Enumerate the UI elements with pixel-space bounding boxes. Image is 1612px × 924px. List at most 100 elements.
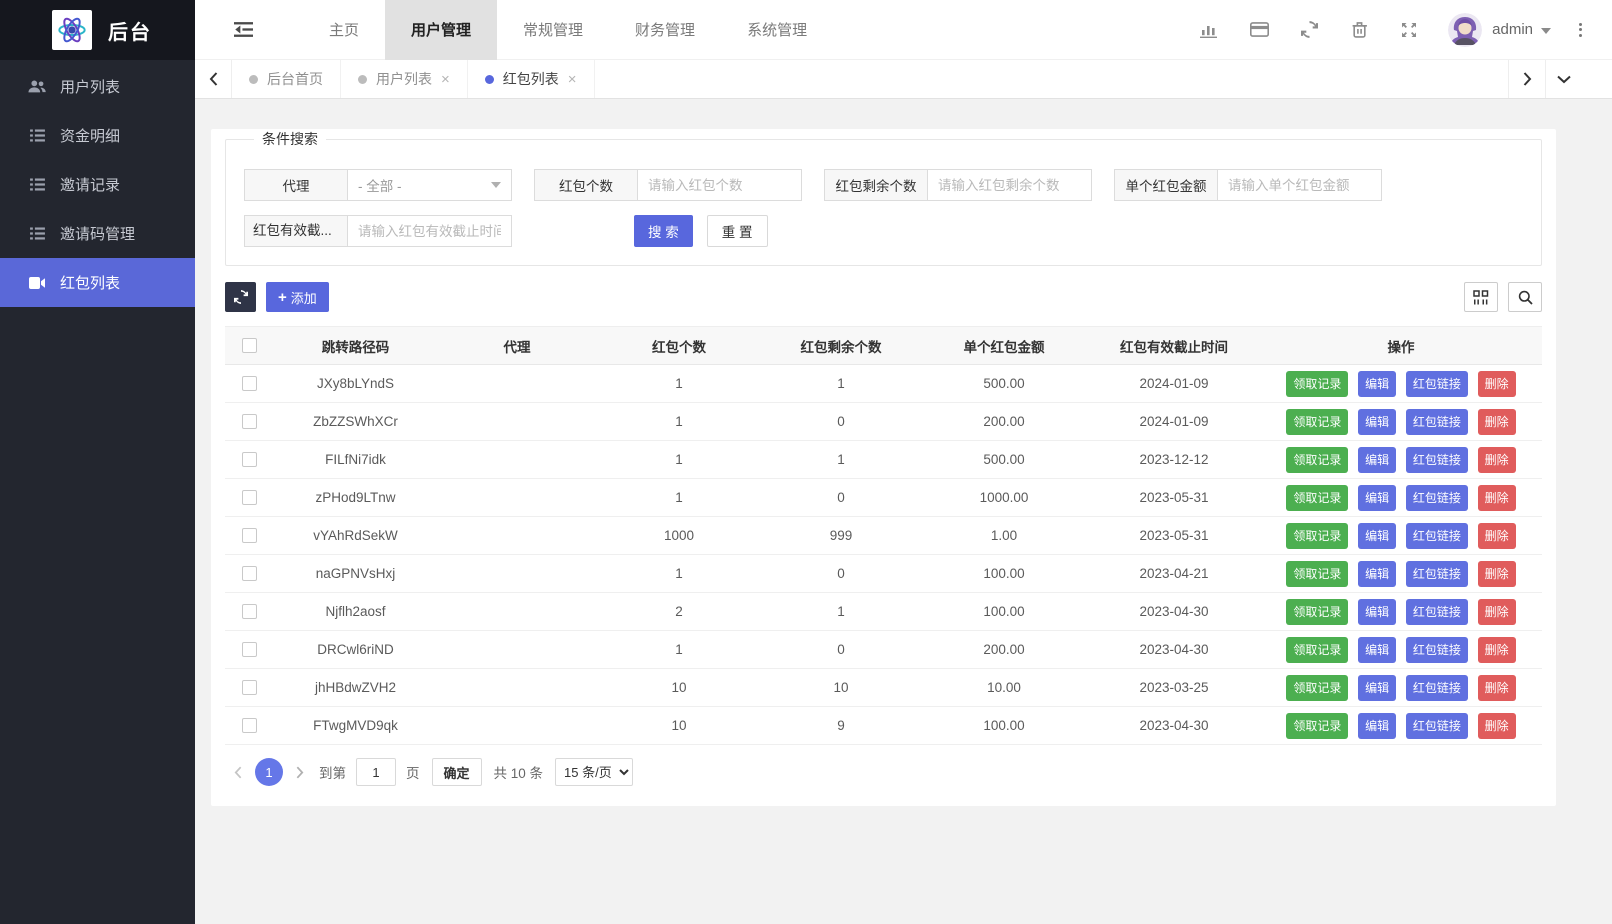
agent-select[interactable]: - 全部 -	[347, 169, 512, 201]
delete-button[interactable]: 删除	[1478, 409, 1516, 435]
row-checkbox[interactable]	[242, 604, 257, 619]
edit-button[interactable]: 编辑	[1358, 371, 1396, 397]
claim-records-button[interactable]: 领取记录	[1286, 523, 1348, 549]
topnav-item[interactable]: 财务管理	[609, 0, 721, 60]
claim-records-button[interactable]: 领取记录	[1286, 637, 1348, 663]
sidebar-item[interactable]: 邀请记录	[0, 160, 195, 209]
tab-close-icon[interactable]: ×	[568, 72, 577, 87]
tab[interactable]: 用户列表 ×	[341, 60, 468, 98]
remaining-input[interactable]	[927, 169, 1092, 201]
delete-button[interactable]: 删除	[1478, 523, 1516, 549]
edit-button[interactable]: 编辑	[1358, 447, 1396, 473]
fullscreen-button[interactable]	[1384, 0, 1434, 60]
goto-page-input[interactable]	[356, 758, 396, 786]
amount-input[interactable]	[1217, 169, 1382, 201]
search-button[interactable]: 搜 索	[634, 215, 693, 247]
tabs-scroll-left-button[interactable]	[195, 60, 232, 98]
add-button[interactable]: +添加	[266, 282, 329, 312]
expire-input[interactable]	[347, 215, 512, 247]
topnav-item[interactable]: 用户管理	[385, 0, 497, 60]
topnav-item[interactable]: 系统管理	[721, 0, 833, 60]
topnav-item[interactable]: 主页	[303, 0, 385, 60]
row-checkbox[interactable]	[242, 376, 257, 391]
edit-button[interactable]: 编辑	[1358, 485, 1396, 511]
redpacket-link-button[interactable]: 红包链接	[1406, 523, 1468, 549]
edit-button[interactable]: 编辑	[1358, 599, 1396, 625]
claim-records-button[interactable]: 领取记录	[1286, 713, 1348, 739]
page-size-select[interactable]: 15 条/页	[555, 758, 633, 786]
tab-close-icon[interactable]: ×	[441, 72, 450, 87]
row-checkbox[interactable]	[242, 490, 257, 505]
redpacket-link-button[interactable]: 红包链接	[1406, 599, 1468, 625]
claim-records-button[interactable]: 领取记录	[1286, 371, 1348, 397]
redpacket-link-button[interactable]: 红包链接	[1406, 637, 1468, 663]
logo-bar[interactable]: 后台	[0, 0, 195, 60]
claim-records-button[interactable]: 领取记录	[1286, 485, 1348, 511]
claim-records-button[interactable]: 领取记录	[1286, 447, 1348, 473]
sidebar-item[interactable]: 用户列表	[0, 62, 195, 111]
redpacket-link-button[interactable]: 红包链接	[1406, 409, 1468, 435]
topnav-item[interactable]: 常规管理	[497, 0, 609, 60]
redpacket-link-button[interactable]: 红包链接	[1406, 713, 1468, 739]
statistics-button[interactable]	[1184, 0, 1234, 60]
search-toggle-button[interactable]	[1508, 282, 1542, 312]
redpacket-link-button[interactable]: 红包链接	[1406, 447, 1468, 473]
sidebar-item[interactable]: 邀请码管理	[0, 209, 195, 258]
edit-button[interactable]: 编辑	[1358, 409, 1396, 435]
delete-button[interactable]: 删除	[1478, 713, 1516, 739]
claim-records-button[interactable]: 领取记录	[1286, 675, 1348, 701]
reset-button[interactable]: 重 置	[707, 215, 768, 247]
delete-button[interactable]: 删除	[1478, 371, 1516, 397]
clear-cache-button[interactable]	[1334, 0, 1384, 60]
tabs-menu-button[interactable]	[1545, 60, 1582, 98]
user-caret-down-icon[interactable]	[1541, 28, 1551, 34]
sidebar-item[interactable]: 资金明细	[0, 111, 195, 160]
delete-button[interactable]: 删除	[1478, 447, 1516, 473]
redpacket-link-button[interactable]: 红包链接	[1406, 485, 1468, 511]
edit-button[interactable]: 编辑	[1358, 713, 1396, 739]
tab[interactable]: 红包列表 ×	[468, 60, 595, 98]
edit-button[interactable]: 编辑	[1358, 523, 1396, 549]
username[interactable]: admin	[1492, 21, 1533, 38]
refresh-page-button[interactable]	[1284, 0, 1334, 60]
refresh-table-button[interactable]	[225, 282, 256, 312]
columns-toggle-button[interactable]	[1464, 282, 1498, 312]
delete-button[interactable]: 删除	[1478, 599, 1516, 625]
page-number-current[interactable]: 1	[255, 758, 283, 786]
delete-button[interactable]: 删除	[1478, 675, 1516, 701]
delete-button[interactable]: 删除	[1478, 637, 1516, 663]
sidebar-collapse-button[interactable]	[213, 0, 273, 60]
avatar[interactable]	[1448, 13, 1482, 47]
row-checkbox[interactable]	[242, 566, 257, 581]
claim-records-button[interactable]: 领取记录	[1286, 561, 1348, 587]
row-checkbox[interactable]	[242, 414, 257, 429]
cell-remaining: 10	[762, 669, 920, 707]
row-checkbox[interactable]	[242, 680, 257, 695]
count-input[interactable]	[637, 169, 802, 201]
row-checkbox[interactable]	[242, 452, 257, 467]
more-options-icon[interactable]	[1573, 17, 1588, 43]
delete-button[interactable]: 删除	[1478, 561, 1516, 587]
tabs-scroll-right-button[interactable]	[1508, 60, 1545, 98]
edit-button[interactable]: 编辑	[1358, 637, 1396, 663]
redpacket-link-button[interactable]: 红包链接	[1406, 675, 1468, 701]
redpacket-link-button[interactable]: 红包链接	[1406, 371, 1468, 397]
next-page-button[interactable]	[287, 758, 313, 786]
delete-button[interactable]: 删除	[1478, 485, 1516, 511]
redpacket-link-button[interactable]: 红包链接	[1406, 561, 1468, 587]
count-filter-group: 红包个数	[534, 169, 802, 201]
edit-button[interactable]: 编辑	[1358, 561, 1396, 587]
payment-button[interactable]	[1234, 0, 1284, 60]
sidebar-item[interactable]: 红包列表	[0, 258, 195, 307]
prev-page-button[interactable]	[225, 758, 251, 786]
tab[interactable]: 后台首页	[232, 60, 341, 98]
claim-records-button[interactable]: 领取记录	[1286, 599, 1348, 625]
confirm-page-button[interactable]: 确定	[432, 758, 482, 786]
cell-count: 1	[596, 479, 762, 517]
edit-button[interactable]: 编辑	[1358, 675, 1396, 701]
claim-records-button[interactable]: 领取记录	[1286, 409, 1348, 435]
select-all-checkbox[interactable]	[242, 338, 257, 353]
row-checkbox[interactable]	[242, 718, 257, 733]
row-checkbox[interactable]	[242, 642, 257, 657]
row-checkbox[interactable]	[242, 528, 257, 543]
